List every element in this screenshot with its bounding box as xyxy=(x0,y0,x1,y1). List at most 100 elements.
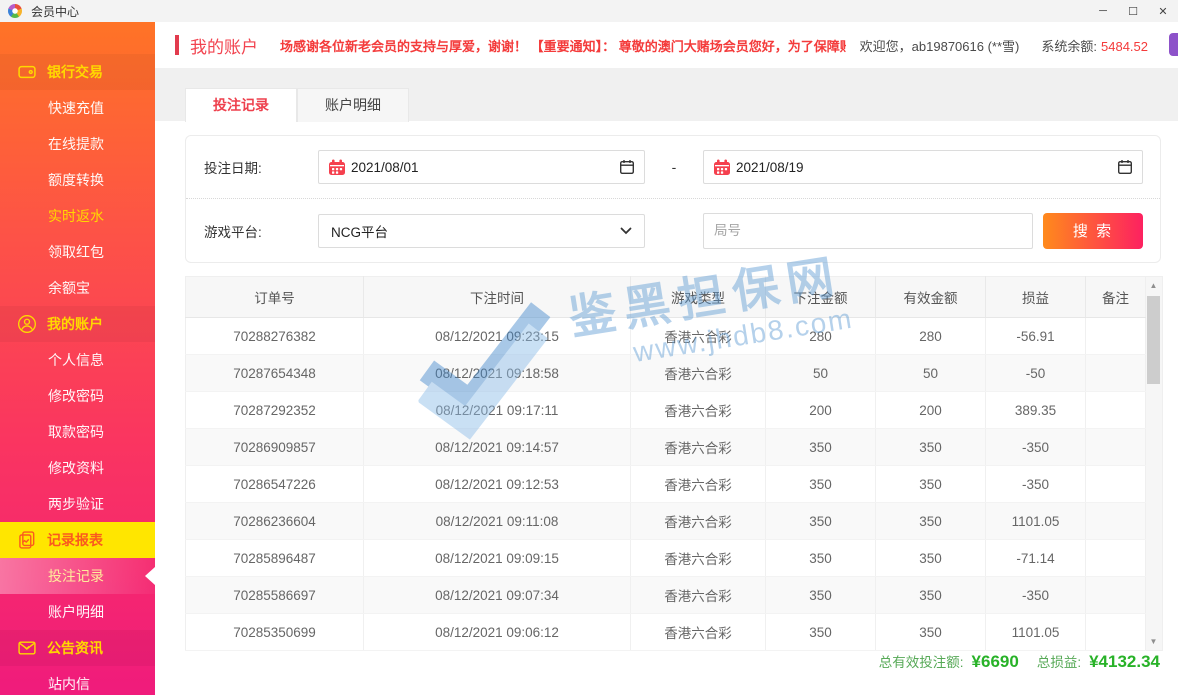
column-header: 订单号 xyxy=(186,277,364,318)
cell-game-type: 香港六合彩 xyxy=(631,355,766,392)
sidebar-item-personal-info[interactable]: 个人信息 xyxy=(0,342,155,378)
cell-profit-loss: 1101.05 xyxy=(986,614,1086,651)
sidebar-header-bank[interactable]: 银行交易 xyxy=(0,54,155,90)
sidebar-item-realtime-rebate[interactable]: 实时返水 xyxy=(0,198,155,234)
round-number-input[interactable] xyxy=(703,213,1033,249)
cell-bet-time: 08/12/2021 09:18:58 xyxy=(364,355,631,392)
sidebar-item-account-details[interactable]: 账户明细 xyxy=(0,594,155,630)
cell-valid-amount: 200 xyxy=(876,392,986,429)
cell-game-type: 香港六合彩 xyxy=(631,503,766,540)
cell-bet-time: 08/12/2021 09:07:34 xyxy=(364,577,631,614)
cell-bet-amount: 350 xyxy=(766,429,876,466)
table-row: 70285896487 08/12/2021 09:09:15 香港六合彩 35… xyxy=(186,540,1146,577)
sidebar-item-quota-transfer[interactable]: 额度转换 xyxy=(0,162,155,198)
cell-order-no: 70285896487 xyxy=(186,540,364,577)
welcome-text: 欢迎您，ab19870616 (**雪) xyxy=(860,36,1020,55)
platform-selected-value: NCG平台 xyxy=(331,221,388,241)
table-row: 70286547226 08/12/2021 09:12:53 香港六合彩 35… xyxy=(186,466,1146,503)
date-picker-icon[interactable] xyxy=(619,159,635,175)
tab-account-details[interactable]: 账户明细 xyxy=(297,88,409,122)
sidebar-item-quick-recharge[interactable]: 快速充值 xyxy=(0,90,155,126)
sidebar-item-red-packet[interactable]: 领取红包 xyxy=(0,234,155,270)
cell-bet-time: 08/12/2021 09:11:08 xyxy=(364,503,631,540)
sidebar-item-yuebao[interactable]: 余额宝 xyxy=(0,270,155,306)
sidebar-item-bet-records[interactable]: 投注记录 xyxy=(0,558,155,594)
platform-label: 游戏平台: xyxy=(204,221,318,241)
table-row: 70285586697 08/12/2021 09:07:34 香港六合彩 35… xyxy=(186,577,1146,614)
table-row: 70287292352 08/12/2021 09:17:11 香港六合彩 20… xyxy=(186,392,1146,429)
cell-game-type: 香港六合彩 xyxy=(631,540,766,577)
content-panel: 投注日期: 2021/08/01 - xyxy=(155,121,1178,695)
sidebar-header-announcements[interactable]: 公告资讯 xyxy=(0,630,155,666)
cell-bet-time: 08/12/2021 09:14:57 xyxy=(364,429,631,466)
filter-panel: 投注日期: 2021/08/01 - xyxy=(185,135,1161,263)
cell-order-no: 70286236604 xyxy=(186,503,364,540)
cell-bet-time: 08/12/2021 09:09:15 xyxy=(364,540,631,577)
column-header: 下注金额 xyxy=(766,277,876,318)
date-from-input[interactable]: 2021/08/01 xyxy=(318,150,645,184)
page-title: 我的账户 xyxy=(190,33,258,58)
search-button[interactable]: 搜 索 xyxy=(1043,213,1143,249)
table-scrollbar[interactable]: ▲ ▼ xyxy=(1146,276,1163,651)
cell-profit-loss: -350 xyxy=(986,429,1086,466)
close-button[interactable]: ✕ xyxy=(1148,0,1178,22)
cell-bet-amount: 350 xyxy=(766,466,876,503)
cell-profit-loss: -350 xyxy=(986,577,1086,614)
bet-records-table-wrap: 订单号下注时间游戏类型下注金额有效金额损益备注 70288276382 08/1… xyxy=(185,276,1163,651)
cell-game-type: 香港六合彩 xyxy=(631,318,766,355)
cell-valid-amount: 280 xyxy=(876,318,986,355)
sidebar-header-reports[interactable]: 记录报表 xyxy=(0,522,155,558)
cell-bet-amount: 350 xyxy=(766,503,876,540)
sidebar-item-change-password[interactable]: 修改密码 xyxy=(0,378,155,414)
sidebar-item-site-mail[interactable]: 站内信 xyxy=(0,666,155,695)
cell-note xyxy=(1086,540,1146,577)
cell-note xyxy=(1086,614,1146,651)
cell-bet-amount: 350 xyxy=(766,540,876,577)
table-row: 70287654348 08/12/2021 09:18:58 香港六合彩 50… xyxy=(186,355,1146,392)
scroll-up-icon[interactable]: ▲ xyxy=(1146,277,1161,294)
cell-order-no: 70287654348 xyxy=(186,355,364,392)
cell-bet-amount: 350 xyxy=(766,614,876,651)
cell-order-no: 70287292352 xyxy=(186,392,364,429)
cell-game-type: 香港六合彩 xyxy=(631,392,766,429)
cell-bet-time: 08/12/2021 09:17:11 xyxy=(364,392,631,429)
scroll-down-icon[interactable]: ▼ xyxy=(1146,633,1161,650)
cell-order-no: 70285586697 xyxy=(186,577,364,614)
cell-bet-time: 08/12/2021 09:06:12 xyxy=(364,614,631,651)
cell-profit-loss: -56.91 xyxy=(986,318,1086,355)
scroll-thumb[interactable] xyxy=(1147,296,1160,384)
cell-bet-amount: 50 xyxy=(766,355,876,392)
cell-bet-time: 08/12/2021 09:23:15 xyxy=(364,318,631,355)
sidebar-item-withdraw-password[interactable]: 取款密码 xyxy=(0,414,155,450)
column-header: 有效金额 xyxy=(876,277,986,318)
calendar-red-icon xyxy=(713,159,731,176)
date-to-input[interactable]: 2021/08/19 xyxy=(703,150,1143,184)
total-pnl-label: 总损益: xyxy=(1037,651,1081,671)
chevron-down-icon xyxy=(620,227,632,235)
column-header: 损益 xyxy=(986,277,1086,318)
edge-chip-button[interactable] xyxy=(1169,33,1178,56)
cell-game-type: 香港六合彩 xyxy=(631,429,766,466)
notice-marquee: 场感谢各位新老会员的支持与厚爱，谢谢！ 【重要通知】： 尊敬的澳门大赌场会员您好… xyxy=(280,36,846,55)
maximize-button[interactable]: ☐ xyxy=(1118,0,1148,22)
cell-order-no: 70288276382 xyxy=(186,318,364,355)
cell-profit-loss: -71.14 xyxy=(986,540,1086,577)
cell-note xyxy=(1086,429,1146,466)
column-header: 游戏类型 xyxy=(631,277,766,318)
wallet-icon xyxy=(16,62,37,83)
sidebar-header-my-account[interactable]: 我的账户 xyxy=(0,306,155,342)
sidebar-item-two-step[interactable]: 两步验证 xyxy=(0,486,155,522)
cell-valid-amount: 50 xyxy=(876,355,986,392)
cell-valid-amount: 350 xyxy=(876,503,986,540)
cell-note xyxy=(1086,466,1146,503)
title-marker xyxy=(175,35,179,55)
tab-bet-records[interactable]: 投注记录 xyxy=(185,88,297,122)
date-picker-icon[interactable] xyxy=(1117,159,1133,175)
table-row: 70286236604 08/12/2021 09:11:08 香港六合彩 35… xyxy=(186,503,1146,540)
sidebar-item-online-withdraw[interactable]: 在线提款 xyxy=(0,126,155,162)
minimize-button[interactable]: ─ xyxy=(1088,0,1118,22)
tab-bar: 投注记录 账户明细 xyxy=(185,88,409,122)
system-balance: 系统余额:5484.52 xyxy=(1041,36,1148,55)
platform-select[interactable]: NCG平台 xyxy=(318,214,645,248)
sidebar-item-edit-profile[interactable]: 修改资料 xyxy=(0,450,155,486)
